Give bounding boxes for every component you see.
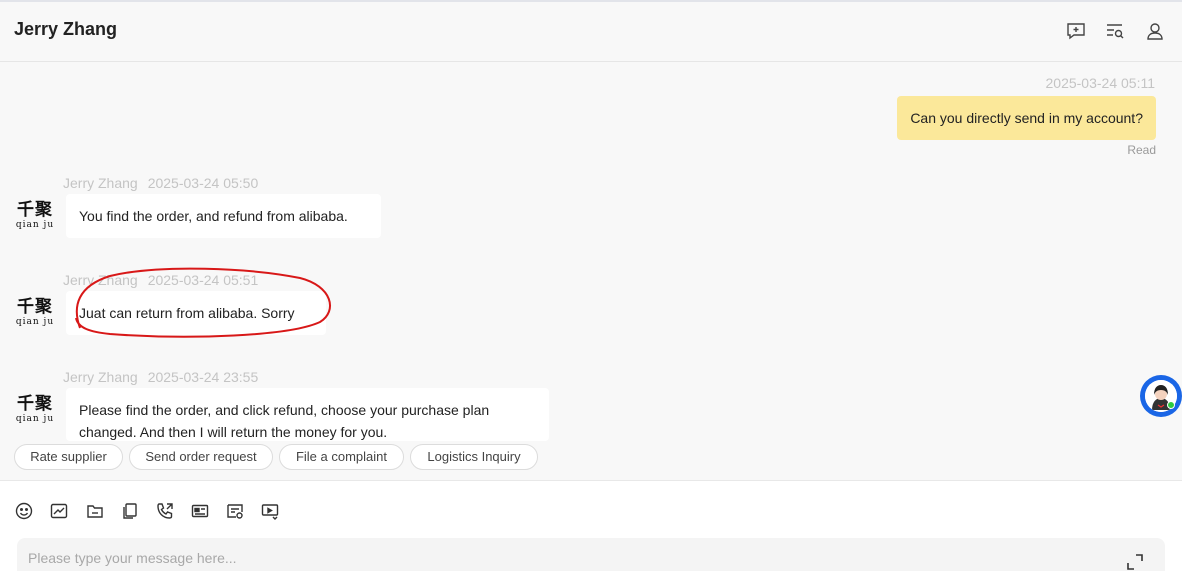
- add-chat-icon[interactable]: [1065, 20, 1087, 42]
- sender-name: Jerry Zhang: [63, 369, 138, 385]
- video-icon[interactable]: [260, 501, 280, 521]
- sender-avatar[interactable]: 千聚 qian ju: [14, 297, 56, 337]
- sender-avatar[interactable]: 千聚 qian ju: [14, 394, 56, 434]
- read-status: Read: [1127, 143, 1156, 157]
- avatar-logo-cn: 千聚: [17, 297, 53, 317]
- quick-reply-logistics-inquiry[interactable]: Logistics Inquiry: [410, 444, 538, 470]
- chart-icon[interactable]: [49, 501, 69, 521]
- quick-reply-rate-supplier[interactable]: Rate supplier: [14, 444, 123, 470]
- avatar-logo-en: qian ju: [15, 220, 55, 230]
- incoming-message-bubble[interactable]: Please find the order, and click refund,…: [66, 388, 549, 441]
- quick-reply-send-order-request[interactable]: Send order request: [129, 444, 273, 470]
- avatar-logo-en: qian ju: [15, 317, 55, 327]
- sender-avatar[interactable]: 千聚 qian ju: [14, 200, 56, 240]
- quick-reply-file-complaint[interactable]: File a complaint: [279, 444, 404, 470]
- copy-icon[interactable]: [120, 501, 140, 521]
- outgoing-message-bubble[interactable]: Can you directly send in my account?: [897, 96, 1156, 140]
- avatar-logo-cn: 千聚: [17, 200, 53, 220]
- message-timestamp: 2025-03-24 23:55: [147, 369, 259, 385]
- expand-icon[interactable]: [1126, 553, 1144, 571]
- sender-name: Jerry Zhang: [63, 272, 138, 288]
- message-timestamp: 2025-03-24 05:51: [147, 272, 259, 288]
- message-meta: Jerry Zhang 2025-03-24 23:55: [63, 369, 258, 385]
- card-icon[interactable]: [190, 501, 210, 521]
- user-profile-icon[interactable]: [1144, 20, 1166, 42]
- message-input[interactable]: [17, 538, 1165, 571]
- assistant-avatar-button[interactable]: [1140, 375, 1182, 417]
- avatar-logo-cn: 千聚: [17, 394, 53, 414]
- message-timestamp: 2025-03-24 05:50: [147, 175, 259, 191]
- chat-header: Jerry Zhang: [0, 2, 1182, 62]
- incoming-message-bubble[interactable]: Juat can return from alibaba. Sorry: [66, 291, 326, 335]
- message-composer: [0, 480, 1182, 571]
- phone-icon[interactable]: [155, 501, 175, 521]
- emoji-icon[interactable]: [14, 501, 34, 521]
- order-icon[interactable]: [225, 501, 245, 521]
- online-status-dot: [1167, 401, 1175, 409]
- chat-window: Jerry Zhang 2025-03-24 05:11 Can you dir…: [0, 0, 1182, 571]
- contact-name: Jerry Zhang: [14, 19, 118, 39]
- sender-name: Jerry Zhang: [63, 175, 138, 191]
- message-meta: Jerry Zhang 2025-03-24 05:51: [63, 272, 258, 288]
- folder-icon[interactable]: [85, 501, 105, 521]
- search-history-icon[interactable]: [1104, 20, 1126, 42]
- message-meta: Jerry Zhang 2025-03-24 05:50: [63, 175, 258, 191]
- incoming-message-bubble[interactable]: You find the order, and refund from alib…: [66, 194, 381, 238]
- message-timestamp: 2025-03-24 05:11: [1045, 75, 1156, 91]
- avatar-logo-en: qian ju: [15, 414, 55, 424]
